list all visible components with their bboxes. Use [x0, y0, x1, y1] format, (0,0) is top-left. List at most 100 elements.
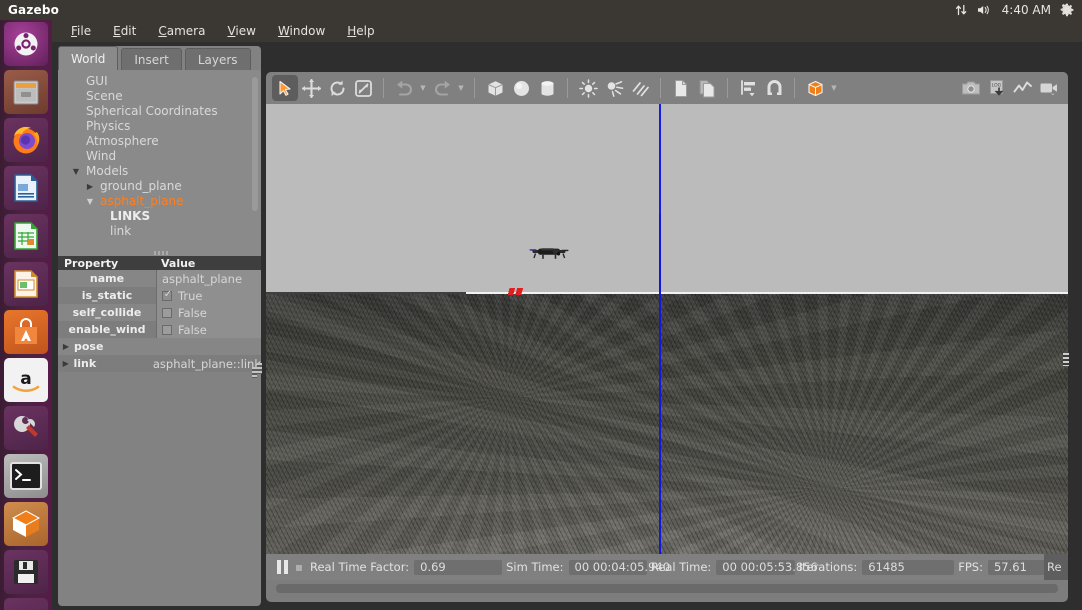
- ubuntu-dash-icon[interactable]: [4, 22, 48, 66]
- enable-wind-checkbox[interactable]: [162, 324, 172, 335]
- chevron-right-icon[interactable]: ▶: [58, 359, 73, 368]
- insert-point-light-button[interactable]: [575, 75, 601, 101]
- align-button[interactable]: [735, 75, 761, 101]
- scale-mode-tool[interactable]: [350, 75, 376, 101]
- asphalt-ground-plane: [266, 294, 1068, 554]
- svg-text:LOG: LOG: [991, 82, 1001, 88]
- gear-icon[interactable]: [1060, 3, 1074, 17]
- gazebo-icon[interactable]: [4, 502, 48, 546]
- left-panel-splitter[interactable]: [255, 360, 263, 376]
- screenshot-button[interactable]: [958, 75, 984, 101]
- menu-view[interactable]: View: [218, 22, 264, 40]
- self-collide-checkbox[interactable]: [162, 307, 172, 318]
- paste-button[interactable]: [694, 75, 720, 101]
- clock[interactable]: 4:40 AM: [1002, 4, 1051, 16]
- chevron-down-icon[interactable]: ▼: [70, 164, 82, 179]
- tree-item-physics[interactable]: Physics: [58, 119, 261, 134]
- system-settings-icon[interactable]: [4, 406, 48, 450]
- property-value[interactable]: asphalt_plane: [156, 270, 261, 287]
- libreoffice-impress-icon[interactable]: [4, 262, 48, 306]
- property-value[interactable]: True: [156, 287, 261, 304]
- x-axis-marker: [506, 288, 524, 295]
- horizontal-scrollbar-thumb[interactable]: [276, 584, 1058, 593]
- 3d-viewport[interactable]: [266, 104, 1068, 554]
- ubuntu-software-icon[interactable]: [4, 310, 48, 354]
- drone-model[interactable]: [522, 244, 576, 264]
- toolbar-separator: [567, 78, 568, 98]
- undo-dropdown-caret-icon[interactable]: ▼: [417, 84, 429, 92]
- select-mode-tool[interactable]: [272, 75, 298, 101]
- tree-item-atmosphere[interactable]: Atmosphere: [58, 134, 261, 149]
- step-button[interactable]: ▪: [292, 560, 306, 574]
- insert-box-button[interactable]: [482, 75, 508, 101]
- tree-resize-grip[interactable]: [154, 251, 168, 255]
- column-header-property: Property: [64, 256, 119, 270]
- rotate-mode-tool[interactable]: [324, 75, 350, 101]
- tree-item-link[interactable]: link: [58, 224, 261, 239]
- video-record-button[interactable]: [1036, 75, 1062, 101]
- tab-world[interactable]: World: [58, 46, 119, 70]
- insert-cylinder-button[interactable]: [534, 75, 560, 101]
- menu-file[interactable]: File: [62, 22, 100, 40]
- menu-camera[interactable]: Camera: [149, 22, 214, 40]
- save-disk-icon[interactable]: [4, 550, 48, 594]
- log-record-button[interactable]: LOG: [984, 75, 1010, 101]
- is-static-checkbox[interactable]: [162, 289, 173, 301]
- world-panel: World Insert Layers GUI Scene Spherical …: [58, 46, 261, 606]
- tree-item-spherical-coordinates[interactable]: Spherical Coordinates: [58, 104, 261, 119]
- menu-edit[interactable]: Edit: [104, 22, 145, 40]
- insert-sphere-button[interactable]: [508, 75, 534, 101]
- chevron-right-icon[interactable]: ▶: [84, 179, 96, 194]
- tab-layers[interactable]: Layers: [184, 48, 251, 70]
- tab-insert[interactable]: Insert: [121, 48, 182, 70]
- tree-item-scene[interactable]: Scene: [58, 89, 261, 104]
- tree-item-ground-plane[interactable]: ▶ ground_plane: [58, 179, 261, 194]
- redo-dropdown-caret-icon[interactable]: ▼: [455, 84, 467, 92]
- files-icon[interactable]: [4, 70, 48, 114]
- table-row[interactable]: self_collide False: [58, 304, 261, 321]
- libreoffice-calc-icon[interactable]: [4, 214, 48, 258]
- tree-scrollbar[interactable]: [252, 77, 258, 211]
- table-row[interactable]: name asphalt_plane: [58, 270, 261, 287]
- view-angle-button[interactable]: [802, 75, 828, 101]
- world-tree[interactable]: GUI Scene Spherical Coordinates Physics …: [58, 70, 261, 256]
- table-row[interactable]: is_static True: [58, 287, 261, 304]
- tree-item-gui[interactable]: GUI: [58, 74, 261, 89]
- plot-button[interactable]: [1010, 75, 1036, 101]
- tree-item-models[interactable]: ▼ Models: [58, 164, 261, 179]
- sim-time-value: 00 00:04:05.940: [568, 559, 670, 575]
- insert-spot-light-button[interactable]: [601, 75, 627, 101]
- right-resize-grip[interactable]: [1061, 348, 1070, 370]
- copy-button[interactable]: [668, 75, 694, 101]
- property-value[interactable]: asphalt_plane::link: [153, 355, 261, 372]
- insert-directional-light-button[interactable]: [627, 75, 653, 101]
- property-value[interactable]: False: [156, 304, 261, 321]
- trash-icon[interactable]: [4, 598, 48, 610]
- firefox-icon[interactable]: [4, 118, 48, 162]
- network-updown-icon[interactable]: [955, 4, 968, 16]
- menu-window[interactable]: Window: [269, 22, 334, 40]
- table-row[interactable]: ▶ pose: [58, 338, 261, 355]
- snap-button[interactable]: [761, 75, 787, 101]
- chevron-down-icon[interactable]: ▼: [84, 194, 96, 209]
- translate-mode-tool[interactable]: [298, 75, 324, 101]
- menu-help[interactable]: Help: [338, 22, 383, 40]
- property-value[interactable]: False: [156, 321, 261, 338]
- tree-item-wind[interactable]: Wind: [58, 149, 261, 164]
- volume-icon[interactable]: [977, 4, 993, 16]
- terminal-icon[interactable]: [4, 454, 48, 498]
- chevron-right-icon[interactable]: ▶: [58, 342, 74, 351]
- tree-item-asphalt-plane[interactable]: ▼ asphalt_plane: [58, 194, 261, 209]
- tree-item-links[interactable]: LINKS: [58, 209, 261, 224]
- property-name: is_static: [81, 289, 133, 302]
- property-value[interactable]: [156, 338, 261, 355]
- pause-button[interactable]: [272, 558, 292, 576]
- redo-button[interactable]: [429, 75, 455, 101]
- libreoffice-writer-icon[interactable]: [4, 166, 48, 210]
- amazon-icon[interactable]: a: [4, 358, 48, 402]
- reset-button[interactable]: Re: [1044, 554, 1068, 580]
- undo-button[interactable]: [391, 75, 417, 101]
- view-angle-dropdown-caret-icon[interactable]: ▼: [828, 84, 840, 92]
- table-row[interactable]: enable_wind False: [58, 321, 261, 338]
- table-row[interactable]: ▶ link asphalt_plane::link: [58, 355, 261, 372]
